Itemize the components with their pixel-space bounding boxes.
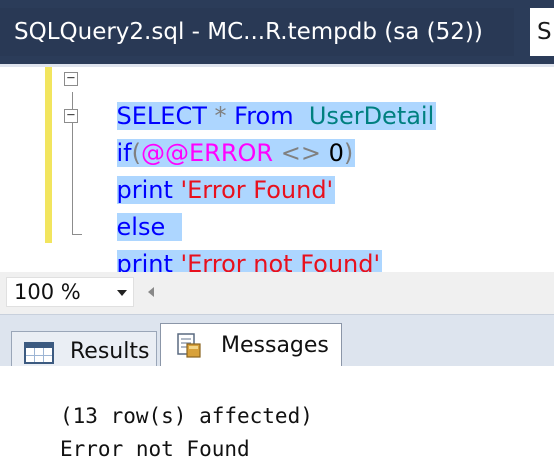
message-line: Error not Found xyxy=(60,437,250,461)
zoom-select[interactable]: 100 % xyxy=(6,277,134,307)
tab-sqlquery2[interactable]: SQLQuery2.sql - MC...R.tempdb (sa (52)) xyxy=(0,8,514,56)
document-tab-bar: SQLQuery2.sql - MC...R.tempdb (sa (52)) … xyxy=(0,0,554,64)
results-tab-strip: Results Messages xyxy=(0,314,554,371)
tab-results[interactable]: Results xyxy=(11,331,157,371)
editor-status-bar: 100 % xyxy=(0,272,554,314)
tab-next-document[interactable]: S xyxy=(530,8,554,56)
code-line-5[interactable]: print 'Error not Found' xyxy=(86,209,383,278)
query-editor[interactable]: − − SELECT * From UserDetail if(@@ERROR … xyxy=(0,64,554,278)
collapse-icon[interactable]: − xyxy=(64,71,78,86)
scroll-left-icon[interactable] xyxy=(148,287,154,297)
outline-guide-end xyxy=(72,234,82,235)
tab-messages[interactable]: Messages xyxy=(160,323,342,369)
chevron-down-icon[interactable] xyxy=(117,290,127,296)
message-line: (13 row(s) affected) xyxy=(60,404,313,428)
tab-title: SQLQuery2.sql - MC...R.tempdb (sa (52)) xyxy=(14,19,483,45)
code-line-2[interactable]: if(@@ERROR <> 0) xyxy=(86,98,356,167)
code-line-3[interactable]: print 'Error Found' xyxy=(86,135,336,204)
paren-close: ) xyxy=(343,139,354,167)
code-line-4[interactable]: else xyxy=(86,172,183,241)
zoom-value: 100 % xyxy=(14,280,81,304)
change-tracking-margin xyxy=(45,64,52,243)
messages-icon xyxy=(177,333,201,358)
collapse-icon[interactable]: − xyxy=(64,108,78,123)
string-literal: 'Error Found' xyxy=(172,176,334,204)
tab-next-title: S xyxy=(537,19,552,45)
editor-top-edge xyxy=(0,64,554,67)
results-grid-icon xyxy=(24,342,54,364)
tab-messages-label: Messages xyxy=(221,333,329,358)
messages-pane[interactable]: (13 row(s) affected) Error not Found xyxy=(0,366,554,469)
